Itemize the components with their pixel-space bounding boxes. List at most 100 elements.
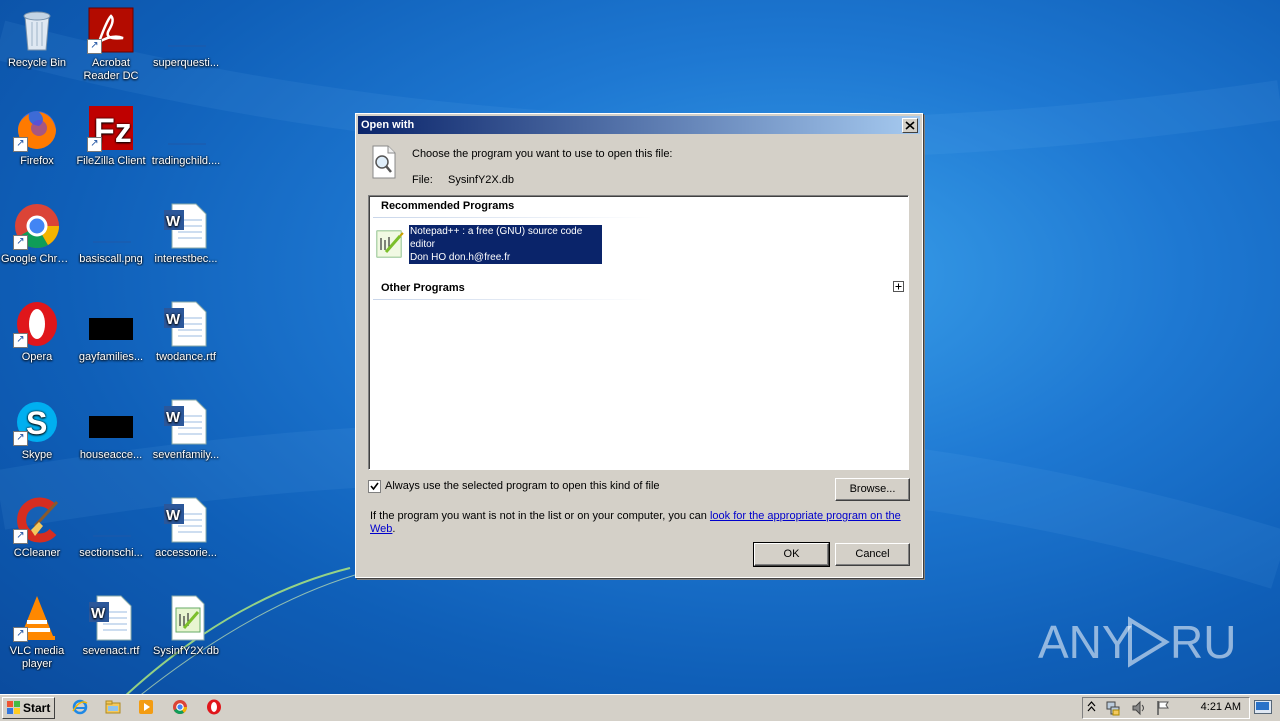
shortcut-arrow-icon: ↗ [13, 529, 28, 544]
desktop-icon[interactable]: Fz ↗ FileZilla Client [74, 104, 148, 168]
desktop-icon[interactable]: Recycle Bin [0, 6, 74, 70]
browse-button[interactable]: Browse... [835, 478, 910, 501]
expand-other-programs-button[interactable] [893, 281, 904, 292]
always-use-checkbox[interactable] [368, 480, 381, 493]
selected-program-text[interactable]: Notepad++ : a free (GNU) source code edi… [409, 225, 602, 264]
media-player-icon[interactable] [138, 699, 154, 715]
word-doc-icon: W [162, 398, 210, 446]
checkmark-icon [370, 482, 379, 491]
always-use-label[interactable]: Always use the selected program to open … [385, 480, 660, 492]
network-icon[interactable] [1105, 700, 1121, 719]
program-name-line1: Notepad++ : a free (GNU) source code [410, 226, 583, 237]
svg-text:W: W [91, 605, 106, 622]
black-file-icon [87, 398, 135, 446]
desktop-icon[interactable]: Wtwodance.rtf [149, 300, 223, 364]
ccleaner-icon: ↗ [13, 496, 61, 544]
start-button[interactable]: Start [2, 697, 55, 719]
find-program-link[interactable]: look for the appropriate program on the [710, 510, 901, 522]
desktop-icon-label: sectionschi... [79, 547, 143, 559]
blank-file-icon [162, 6, 210, 54]
shortcut-arrow-icon: ↗ [87, 39, 102, 54]
desktop-icon[interactable]: ↗ Firefox [0, 104, 74, 168]
skype-icon: S ↗ [13, 398, 61, 446]
open-with-dialog: Open with Choose the program you want to… [355, 113, 923, 578]
desktop-icon-label: twodance.rtf [156, 351, 216, 363]
shortcut-arrow-icon: ↗ [13, 333, 28, 348]
ok-button[interactable]: OK [753, 542, 830, 567]
desktop-icon[interactable]: Wsevenact.rtf [74, 594, 148, 658]
anyrun-watermark: ANY RUN [1038, 608, 1270, 672]
firefox-icon: ↗ [13, 104, 61, 152]
desktop-icon-label: interestbec... [154, 253, 218, 265]
volume-icon[interactable] [1131, 700, 1147, 719]
blank-file-icon [87, 496, 135, 544]
instruction-text: Choose the program you want to use to op… [412, 148, 673, 160]
blank-file-icon [162, 104, 210, 152]
desktop-icon[interactable]: sectionschi... [74, 496, 148, 560]
shortcut-arrow-icon: ↗ [13, 431, 28, 446]
explorer-icon[interactable] [105, 699, 121, 715]
word-doc-icon: W [162, 300, 210, 348]
svg-text:W: W [166, 213, 181, 230]
svg-text:ANY: ANY [1038, 616, 1133, 668]
action-center-flag-icon[interactable] [1155, 700, 1171, 719]
acrobat-icon: ↗ [87, 6, 135, 54]
desktop-icon[interactable]: ↗ Google Chrome [0, 202, 74, 266]
desktop-icon-label: CCleaner [13, 547, 61, 559]
dialog-title-bar[interactable]: Open with [358, 116, 920, 134]
desktop-icon-label: FileZilla Client [76, 155, 146, 167]
desktop-icon[interactable]: ↗ VLC media player [0, 594, 74, 671]
close-button[interactable] [902, 118, 918, 133]
cancel-button[interactable]: Cancel [835, 543, 910, 566]
desktop-icon[interactable]: Winterestbec... [149, 202, 223, 266]
other-programs-header[interactable]: Other Programs [381, 282, 465, 294]
group-divider [373, 217, 653, 218]
notepadpp-file-icon [162, 594, 210, 642]
desktop-icon-label: sevenact.rtf [82, 645, 140, 657]
desktop-icon-label: basiscall.png [79, 253, 143, 265]
desktop-icon-label: Acrobat Reader DC [83, 57, 139, 82]
desktop-icon[interactable]: houseacce... [74, 398, 148, 462]
desktop-icon[interactable]: ↗ Acrobat Reader DC [74, 6, 148, 83]
find-program-link-web[interactable]: Web [370, 523, 392, 535]
shortcut-arrow-icon: ↗ [13, 137, 28, 152]
program-publisher: Don HO don.h@free.fr [410, 252, 511, 263]
opera-icon[interactable] [206, 699, 222, 715]
svg-text:W: W [166, 409, 181, 426]
show-desktop-button[interactable] [1254, 700, 1272, 714]
word-doc-icon: W [87, 594, 135, 642]
ie-icon[interactable] [72, 699, 88, 715]
close-icon [905, 121, 915, 130]
desktop-icon[interactable]: superquesti... [149, 6, 223, 70]
desktop-icon[interactable]: Waccessorie... [149, 496, 223, 560]
desktop-icon[interactable]: S ↗ Skype [0, 398, 74, 462]
chrome-icon: ↗ [13, 202, 61, 250]
opera-icon: ↗ [13, 300, 61, 348]
svg-text:W: W [166, 311, 181, 328]
desktop-icon-label: Opera [21, 351, 53, 363]
svg-text:S: S [26, 405, 47, 441]
desktop-icon[interactable]: tradingchild.... [149, 104, 223, 168]
desktop-icon[interactable]: ↗ CCleaner [0, 496, 74, 560]
chrome-icon[interactable] [172, 699, 188, 715]
info-suffix: . [392, 523, 396, 535]
filezilla-icon: Fz ↗ [87, 104, 135, 152]
windows-logo-icon [7, 701, 20, 714]
show-hidden-icons-icon[interactable] [1087, 701, 1096, 716]
desktop-icon-label: accessorie... [155, 547, 217, 559]
desktop-icon-label: superquesti... [152, 57, 220, 69]
desktop-icon[interactable]: ↗ Opera [0, 300, 74, 364]
svg-text:W: W [166, 507, 181, 524]
desktop-icon[interactable]: Wsevenfamily... [149, 398, 223, 462]
programs-list[interactable]: Recommended Programs Notepad++ : a free … [368, 195, 909, 470]
desktop-icon[interactable]: basiscall.png [74, 202, 148, 266]
vlc-icon: ↗ [13, 594, 61, 642]
file-search-icon [370, 145, 398, 179]
info-text: If the program you want is not in the li… [370, 510, 910, 536]
desktop-icon-label: tradingchild.... [151, 155, 221, 167]
clock[interactable]: 4:21 AM [1201, 701, 1241, 713]
desktop-icon[interactable]: gayfamilies... [74, 300, 148, 364]
black-file-icon [87, 300, 135, 348]
desktop-icon[interactable]: SysinfY2X.db [149, 594, 223, 658]
file-label: File: [412, 174, 433, 186]
